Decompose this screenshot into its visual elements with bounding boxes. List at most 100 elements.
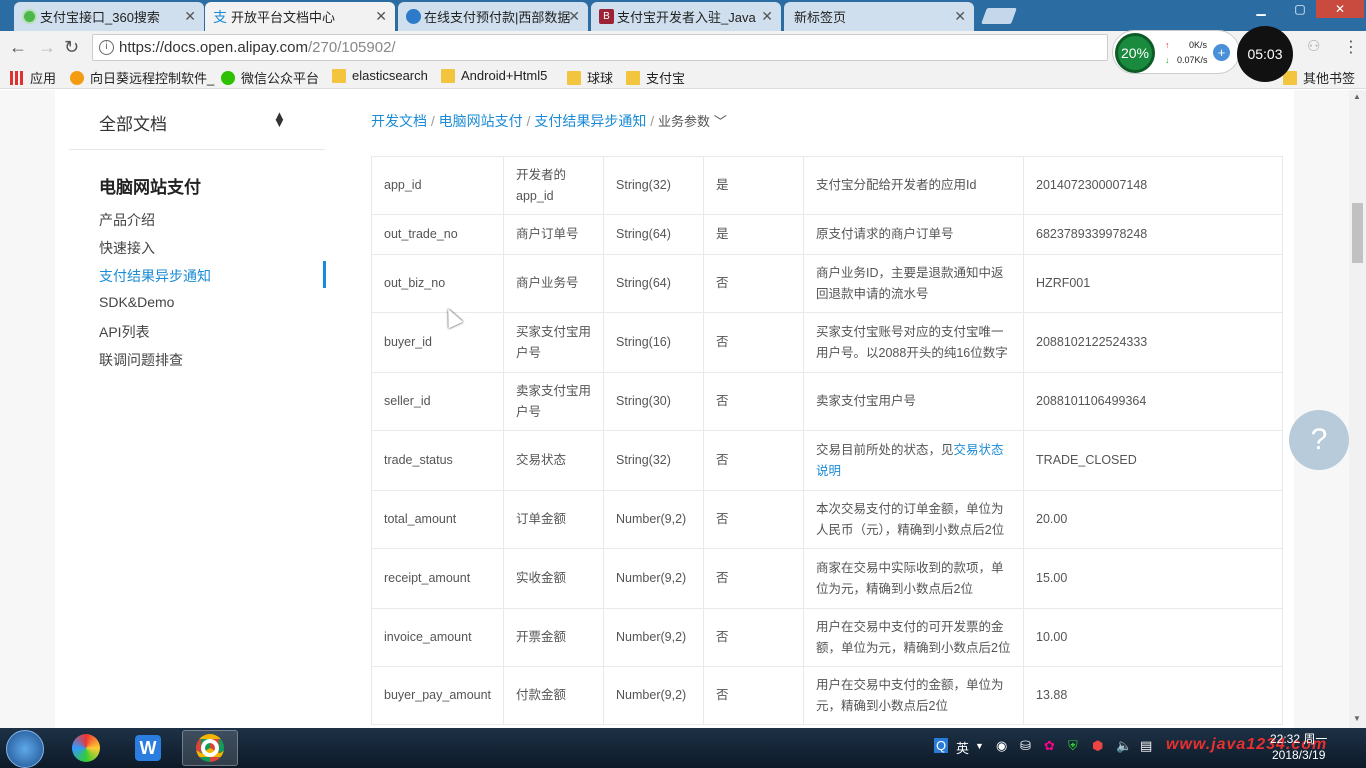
forward-icon[interactable]: → [38,37,56,58]
param-desc-text: 开票金额 [516,630,567,644]
tab-title: 支付宝接口_360搜索 [40,10,160,25]
param-type-text: Number(9,2) [616,630,687,644]
360-search-icon [22,9,37,24]
param-desc: 开票金额 [503,608,605,667]
taskbar-app-colorful[interactable] [58,730,114,766]
boost-plus-icon[interactable]: + [1213,44,1230,61]
back-icon[interactable]: ← [9,37,27,58]
param-required: 是 [703,214,805,255]
param-example: 6823789339978248 [1023,214,1284,255]
folder-icon [626,70,640,85]
scrollbar[interactable]: ▲ ▼ [1349,90,1366,728]
sidebar-item-async-notify[interactable]: 支付结果异步通知 [99,266,211,286]
close-icon[interactable]: ✕ [954,8,966,25]
bookmark-apps[interactable]: 应用 [10,68,56,87]
address-bar[interactable]: i https://docs.open.alipay.com/270/10590… [92,34,1108,61]
scroll-down-icon[interactable]: ▼ [1353,714,1361,723]
breadcrumb-link[interactable]: 开发文档 [371,113,427,129]
tab-1[interactable]: 支 开放平台文档中心 ✕ [205,2,395,31]
help-button[interactable]: ? [1289,410,1349,470]
tab-2[interactable]: 在线支付预付款|西部数据 ✕ [398,2,588,31]
param-required-text: 否 [716,688,729,702]
tab-3[interactable]: B 支付宝开发者入驻_Java ✕ [591,2,781,31]
sidebar-item-troubleshoot[interactable]: 联调问题排查 [99,350,183,370]
breadcrumb-link[interactable]: 电脑网站支付 [439,113,523,129]
extension-icon[interactable]: ⚇ [1307,37,1320,55]
scrollbar-thumb[interactable] [1352,203,1363,263]
bookmark-sunflower[interactable]: 向日葵远程控制软件_ [70,68,214,87]
ime-q-icon[interactable]: Q [934,738,949,753]
tray-expand-icon[interactable]: ▼ [975,741,984,751]
power-icon[interactable]: ▤ [1140,738,1152,754]
upload-speed: 0K/s [1189,40,1208,50]
param-explain-text: 卖家支付宝用户号 [816,394,917,408]
shield-tray-icon[interactable]: ⛨ [1068,738,1078,754]
wechat-icon [221,70,235,85]
param-desc: 付款金额 [503,666,605,725]
taskbar-app-wps[interactable]: W [120,730,176,766]
sidebar-item-quickstart[interactable]: 快速接入 [99,238,155,258]
page: 全部文档 ▲ ▼ 电脑网站支付 产品介绍 快速接入 支付结果异步通知 SDK&De… [0,90,1366,728]
param-name: out_trade_no [370,214,505,255]
bookmark-elasticsearch[interactable]: elasticsearch [332,68,428,83]
other-bookmarks[interactable]: 其他书签 [1283,68,1355,87]
close-icon[interactable]: ✕ [375,8,387,25]
param-desc: 商户业务号 [503,254,605,313]
start-button[interactable] [6,730,44,768]
param-name-text: invoice_amount [384,630,472,644]
chevron-down-icon[interactable]: ﹀ [714,114,727,129]
scroll-up-icon[interactable]: ▲ [1353,92,1361,101]
network-tray-icon[interactable]: ⛁ [1020,738,1031,754]
param-type-text: String(64) [616,276,671,290]
close-icon[interactable]: ✕ [184,8,196,25]
reload-icon[interactable]: ↻ [64,37,79,58]
all-docs-title[interactable]: 全部文档 [99,110,167,135]
bookmark-qiuqiu[interactable]: 球球 [567,68,613,87]
bookmark-android[interactable]: Android+Html5 [441,68,547,83]
sidebar-item-sdk-demo[interactable]: SDK&Demo [99,294,174,310]
chrome-tray-icon[interactable]: ◉ [996,738,1007,754]
maximize-button[interactable]: ▢ [1285,0,1315,18]
close-window-button[interactable]: ✕ [1316,0,1364,18]
download-arrow-icon: ↓ [1165,55,1170,65]
sidebar-item-intro[interactable]: 产品介绍 [99,210,155,230]
system-clock[interactable]: 22:32 周一 2018/3/19 [1270,731,1327,763]
bookmark-alipay[interactable]: 支付宝 [626,68,685,87]
volume-icon[interactable]: 🔈 [1116,738,1132,754]
sort-toggle-icon[interactable]: ▲ ▼ [273,109,286,129]
security-tray-icon[interactable]: ⬢ [1092,738,1103,754]
bookmark-label: 应用 [30,71,57,86]
flower-tray-icon[interactable]: ✿ [1044,738,1055,754]
minimize-button[interactable]: ▁ [1238,0,1284,18]
param-explain-text: 商户业务ID，主要是退款通知中返回退款申请的流水号 [816,265,1004,301]
info-icon[interactable]: i [99,40,114,55]
param-name-text: buyer_pay_amount [384,688,492,702]
param-name: buyer_pay_amount [370,666,505,725]
taskbar-app-chrome[interactable] [182,730,238,766]
wps-writer-icon: W [135,735,161,761]
param-name: invoice_amount [370,608,505,667]
param-type-text: String(30) [616,394,671,408]
param-example-text: 13.88 [1036,688,1068,702]
param-example: 20.00 [1023,490,1284,549]
tab-0[interactable]: 支付宝接口_360搜索 ✕ [14,2,204,31]
new-tab-button[interactable] [981,8,1017,24]
breadcrumb-link[interactable]: 支付结果异步通知 [534,113,646,129]
param-desc: 商户订单号 [503,214,605,255]
bookmark-label: elasticsearch [352,68,428,83]
tab-4[interactable]: 新标签页 ✕ [784,2,974,31]
param-name-text: out_biz_no [384,276,446,290]
param-desc-text: 商户订单号 [516,227,579,241]
menu-icon[interactable]: ⋮ [1343,37,1359,57]
timer-widget[interactable]: 05:03 [1237,26,1293,82]
bookmark-wechat[interactable]: 微信公众平台 [221,68,319,87]
network-monitor-widget[interactable]: 20% ↑ 0K/s ↓ 0.07K/s + [1112,30,1240,74]
close-icon[interactable]: ✕ [568,8,580,25]
ime-language[interactable]: 英 [956,738,969,757]
param-explain-text: 用户在交易中支付的金额，单位为元，精确到小数点后2位 [816,677,1004,713]
param-example-text: 15.00 [1036,571,1068,585]
sidebar-item-api-list[interactable]: API列表 [99,322,150,342]
close-icon[interactable]: ✕ [761,8,773,25]
param-required-text: 否 [716,630,729,644]
breadcrumb-current[interactable]: 业务参数 [658,114,710,129]
